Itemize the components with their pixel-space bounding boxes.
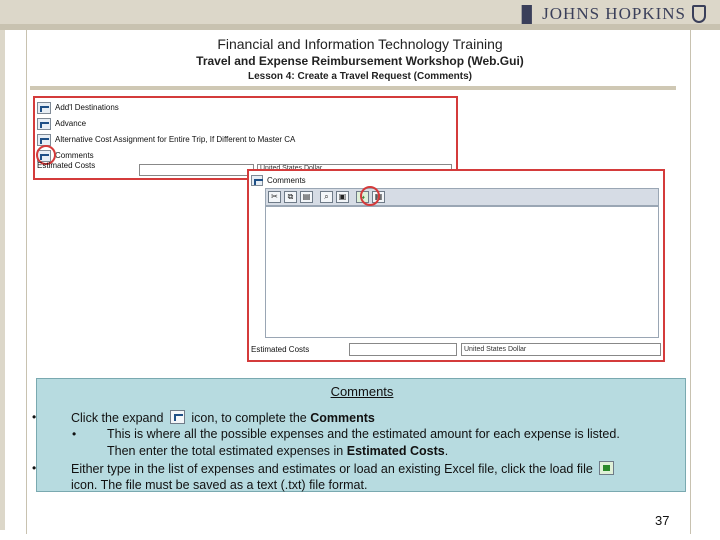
- instruction-bullet-1: Click the expand icon, to complete the C…: [71, 410, 375, 425]
- header-divider: [30, 86, 676, 90]
- header-line-1: Financial and Information Technology Tra…: [217, 36, 503, 52]
- section-label: Add'l Destinations: [55, 103, 119, 112]
- section-label: Alternative Cost Assignment for Entire T…: [55, 135, 296, 144]
- instruction-text: icon, to complete the: [191, 411, 307, 425]
- expand-folder-icon[interactable]: [37, 133, 51, 146]
- instruction-bold: Estimated Costs: [346, 444, 445, 458]
- estimated-costs-label: Estimated Costs: [37, 161, 96, 170]
- estimated-costs-input[interactable]: [139, 164, 254, 176]
- page-number: 37: [655, 513, 670, 528]
- left-guide-line: [26, 24, 27, 534]
- cut-icon[interactable]: ✂: [268, 191, 281, 203]
- right-guide-line: [690, 24, 691, 534]
- header-line-3: Lesson 4: Create a Travel Request (Comme…: [248, 71, 472, 82]
- instruction-text: Then enter the total estimated expenses …: [107, 444, 344, 458]
- logo-name: JOHNS HOPKINS: [542, 4, 686, 23]
- comments-title: Comments: [267, 175, 306, 185]
- header-line-2: Travel and Expense Reimbursement Worksho…: [196, 54, 524, 68]
- paste-icon[interactable]: ▤: [300, 191, 313, 203]
- left-border: [0, 30, 5, 530]
- expand-folder-icon: [169, 410, 185, 424]
- instruction-text: .: [444, 444, 449, 458]
- expand-folder-icon[interactable]: [37, 101, 51, 114]
- collapse-folder-icon[interactable]: [251, 174, 263, 186]
- instruction-sub-2: Then enter the total estimated expenses …: [107, 444, 448, 458]
- estimated-costs-label: Estimated Costs: [251, 345, 310, 354]
- bullet-icon: •: [32, 461, 37, 475]
- instruction-bullet-2-cont: icon. The file must be saved as a text (…: [71, 478, 368, 492]
- screenshot-comments-editor: Comments ✂ ⧉ ▤ ⌕ ▣ ↳ ▦ Estimated Costs U…: [247, 169, 665, 362]
- comments-section-header[interactable]: Comments: [251, 173, 306, 187]
- section-row-alt-cost[interactable]: Alternative Cost Assignment for Entire T…: [37, 132, 295, 147]
- save-icon[interactable]: ▣: [336, 191, 349, 203]
- editor-toolbar: ✂ ⧉ ▤ ⌕ ▣ ↳ ▦: [265, 186, 659, 206]
- top-banner: ▐▌ JOHNS HOPKINS: [0, 0, 720, 30]
- logo-mark: ▐▌: [515, 4, 539, 24]
- comments-textarea[interactable]: [265, 206, 659, 338]
- top-banner-band: [0, 24, 720, 30]
- estimated-costs-input[interactable]: [349, 343, 457, 356]
- highlight-circle: [360, 186, 380, 206]
- instruction-text: Either type in the list of expenses and …: [71, 462, 593, 476]
- find-icon[interactable]: ⌕: [320, 191, 333, 203]
- instruction-text: Click the expand: [71, 411, 164, 425]
- seal-icon: [692, 5, 706, 23]
- instruction-sub-1: This is where all the possible expenses …: [107, 427, 620, 441]
- instruction-bullet-2: Either type in the list of expenses and …: [71, 461, 617, 476]
- expand-folder-icon[interactable]: [37, 117, 51, 130]
- section-label: Advance: [55, 119, 87, 128]
- johns-hopkins-logo: ▐▌ JOHNS HOPKINS: [516, 4, 706, 24]
- currency-select[interactable]: United States Dollar: [461, 343, 661, 356]
- instruction-panel: Comments • Click the expand icon, to com…: [32, 378, 686, 492]
- copy-icon[interactable]: ⧉: [284, 191, 297, 203]
- panel-title: Comments: [330, 384, 394, 399]
- section-row-advance[interactable]: Advance: [37, 116, 86, 131]
- instruction-bold: Comments: [310, 411, 375, 425]
- load-file-icon: [599, 461, 615, 475]
- sub-bullet-icon: •: [72, 427, 77, 441]
- section-row-destinations[interactable]: Add'l Destinations: [37, 100, 119, 115]
- bullet-icon: •: [32, 410, 37, 424]
- screenshot-trip-sections: Add'l Destinations Advance Alternative C…: [33, 96, 458, 180]
- section-label: Comments: [55, 151, 94, 160]
